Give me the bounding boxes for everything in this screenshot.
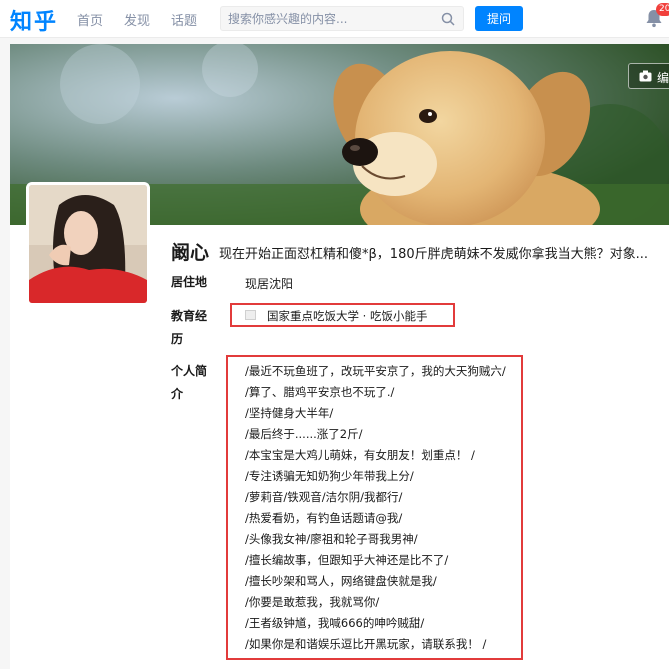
bio-line: /算了、腊鸡平安京也不玩了./ [245,385,395,399]
camera-icon [639,70,652,82]
bio-line: /坚持健身大半年/ [245,406,334,420]
bio-content: /最近不玩鱼班了，改玩平安京了，我的大天狗贼六/ /算了、腊鸡平安京也不玩了./… [226,355,523,660]
education-label: 教育经历 [171,309,208,346]
user-name: 阚心 [171,242,210,264]
bio-line: /如果你是和谐娱乐逗比开黑玩家，请联系我！ / [245,637,487,651]
nav-link-explore[interactable]: 发现 [124,10,150,29]
bio-line: /你要是敢惹我，我就骂你/ [245,595,380,609]
bio-line: /专注诱骗无知奶狗少年带我上分/ [245,469,414,483]
avatar[interactable] [26,182,150,306]
school-icon [245,310,256,320]
search-icon[interactable] [441,12,455,26]
bio-label: 个人简介 [171,364,208,401]
bio-line: /本宝宝是大鸡儿萌妹，有女朋友！划重点！ / [245,448,475,462]
nav-link-home[interactable]: 首页 [77,10,103,29]
user-headline: 现在开始正面怼杠精和傻*β，180斤胖虎萌妹不发威你拿我当大熊？对象... [219,247,649,262]
ask-question-button[interactable]: 提问 [475,6,523,31]
location-label: 居住地 [171,275,208,289]
top-nav-bar: 知乎 首页 发现 话题 提问 20 [0,0,669,38]
bio-line: /头像我女神/廖祖和轮子哥我男神/ [245,532,418,546]
search-input[interactable] [228,11,433,27]
bio-line: /热爱看奶，有钓鱼话题请@我/ [245,511,403,525]
location-value: 现居沈阳 [245,277,294,291]
notification-count-badge: 20 [656,3,669,16]
bio-line: /最后终于......涨了2斤/ [245,427,363,441]
bio-line: /王者级钟馗，我喊666的呻吟贼甜/ [245,616,425,630]
edit-cover-button[interactable]: 编 [628,63,669,89]
education-value: 国家重点吃饭大学 · 吃饭小能手 [267,309,428,323]
nav-link-topics[interactable]: 话题 [171,10,197,29]
search-box [220,6,464,31]
bio-line: /最近不玩鱼班了，改玩平安京了，我的大天狗贼六/ [245,364,506,378]
education-item[interactable]: 国家重点吃饭大学 · 吃饭小能手 [230,303,455,327]
bio-line: /萝莉音/铁观音/洁尔阴/我都行/ [245,490,403,504]
bio-line: /擅长吵架和骂人，网络键盘侠就是我/ [245,574,437,588]
edit-cover-label: 编 [657,71,669,85]
profile-card: 编 阚心 现在开始正面怼杠精和傻*β，180斤胖虎萌妹不发威你拿我当大熊？对象.… [10,44,669,669]
bio-line: /擅长编故事，但跟知乎大神还是比不了/ [245,553,449,567]
avatar-portrait [29,185,147,303]
zhihu-logo[interactable]: 知乎 [10,4,58,36]
